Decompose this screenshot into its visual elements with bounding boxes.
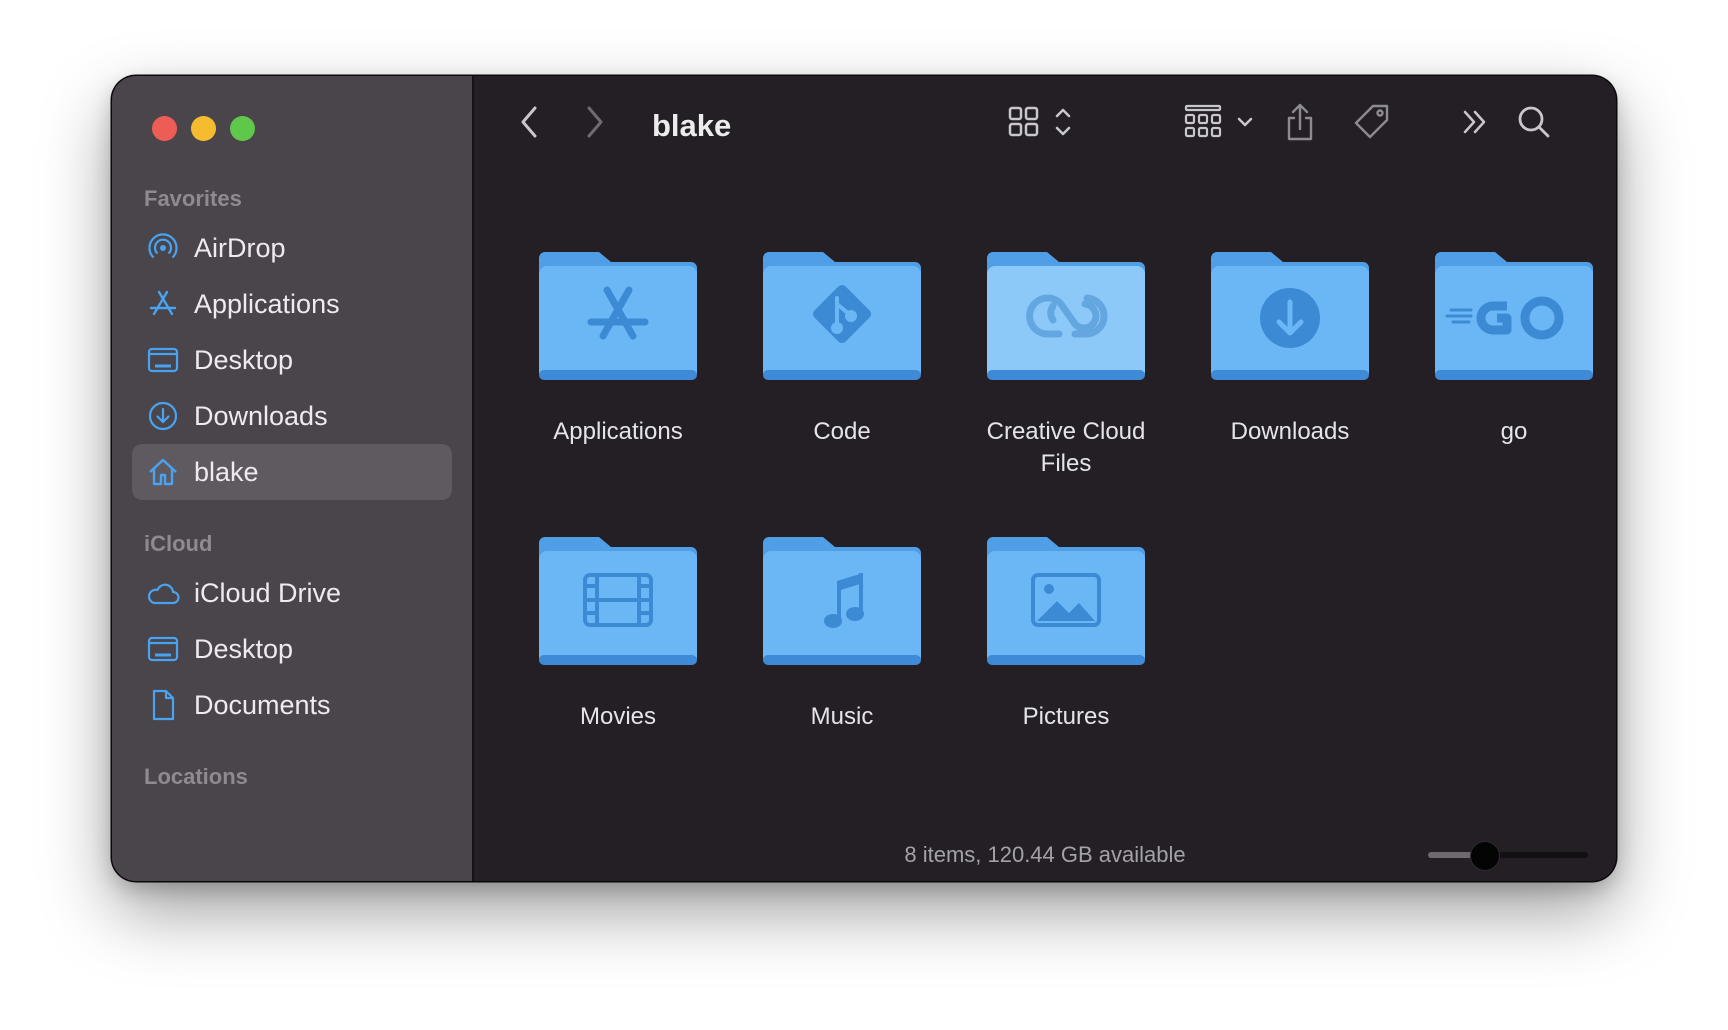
folder-item[interactable]: Music <box>730 531 954 733</box>
item-label: Code <box>813 418 871 445</box>
chevron-right-icon <box>587 106 603 138</box>
search-button[interactable] <box>1514 102 1554 142</box>
sidebar: Favorites AirDrop Applications Desktop D… <box>112 76 474 881</box>
view-mode-button[interactable] <box>1006 102 1078 142</box>
item-label: Movies <box>579 703 657 730</box>
folder-item[interactable]: go <box>1402 246 1616 448</box>
folder-icon <box>987 531 1145 665</box>
folder-icon <box>763 246 921 380</box>
search-icon <box>1518 106 1550 138</box>
zoom-button[interactable] <box>230 116 255 141</box>
download-icon <box>1260 288 1320 348</box>
sidebar-item-documents[interactable]: Documents <box>132 677 452 733</box>
sidebar-item-icloud-desktop[interactable]: Desktop <box>132 621 452 677</box>
window-title: blake <box>652 108 732 143</box>
more-toolbar-button[interactable] <box>1458 104 1492 140</box>
home-icon <box>146 455 180 489</box>
icon-size-slider[interactable] <box>1428 852 1588 858</box>
sidebar-item-label: blake <box>194 456 259 487</box>
folder-item[interactable]: Movies <box>506 531 730 733</box>
sidebar-item-airdrop[interactable]: AirDrop <box>132 220 452 276</box>
sidebar-item-label: Applications <box>194 288 340 319</box>
folder-icon <box>763 531 921 665</box>
item-label: Applications <box>553 418 683 445</box>
folder-item[interactable]: Pictures <box>954 531 1178 733</box>
desktop-icon <box>146 632 180 666</box>
chevron-left-icon <box>521 106 537 138</box>
share-button[interactable] <box>1280 100 1320 144</box>
sidebar-item-label: Desktop <box>194 344 294 375</box>
folder-icon <box>539 246 697 380</box>
item-label: Music <box>810 703 874 730</box>
item-label: go <box>1500 418 1528 445</box>
sidebar-section-locations: Locations <box>144 764 248 789</box>
minimize-button[interactable] <box>191 116 216 141</box>
sidebar-item-label: AirDrop <box>194 232 286 263</box>
group-by-button[interactable] <box>1184 102 1256 142</box>
forward-button[interactable] <box>580 102 610 142</box>
sidebar-item-applications[interactable]: Applications <box>132 276 452 332</box>
sidebar-item-label: iCloud Drive <box>194 577 342 608</box>
sidebar-item-downloads[interactable]: Downloads <box>132 388 452 444</box>
folder-item[interactable]: Downloads <box>1178 246 1402 448</box>
main-content: blake Applications Code Creative Cloud F… <box>474 76 1616 881</box>
sidebar-item-desktop[interactable]: Desktop <box>132 332 452 388</box>
airdrop-icon <box>146 231 180 265</box>
window-controls <box>152 116 255 141</box>
finder-window: Favorites AirDrop Applications Desktop D… <box>112 76 1616 881</box>
sidebar-item-icloud-drive[interactable]: iCloud Drive <box>132 565 452 621</box>
tag-button[interactable] <box>1352 102 1392 142</box>
item-label: Downloads <box>1230 418 1350 445</box>
applications-icon <box>146 287 180 321</box>
desktop-icon <box>146 343 180 377</box>
sidebar-item-label: Desktop <box>194 633 294 664</box>
item-label: Pictures <box>1022 703 1110 730</box>
item-label: Creative Cloud Files <box>986 418 1146 477</box>
sidebar-item-blake[interactable]: blake <box>132 444 452 500</box>
close-button[interactable] <box>152 116 177 141</box>
sidebar-section-favorites: Favorites <box>144 186 242 211</box>
downloads-icon <box>146 399 180 433</box>
sidebar-item-label: Documents <box>194 689 331 720</box>
document-icon <box>146 688 180 722</box>
folder-item[interactable]: Creative Cloud Files <box>954 246 1178 480</box>
back-button[interactable] <box>514 102 544 142</box>
icon-grid-view-icon <box>1008 106 1071 137</box>
folder-icon <box>1435 246 1593 380</box>
cloud-icon <box>146 576 180 610</box>
folder-item[interactable]: Applications <box>506 246 730 448</box>
folder-icon <box>539 531 697 665</box>
tag-icon <box>1354 104 1389 139</box>
folder-icon <box>1211 246 1369 380</box>
folder-item[interactable]: Code <box>730 246 954 448</box>
double-chevron-icon <box>1463 110 1486 134</box>
slider-knob[interactable] <box>1470 841 1500 871</box>
sidebar-section-icloud: iCloud <box>144 531 213 556</box>
folder-icon <box>987 246 1145 380</box>
sidebar-item-label: Downloads <box>194 400 328 431</box>
share-icon <box>1287 103 1313 141</box>
group-by-icon <box>1184 104 1253 138</box>
